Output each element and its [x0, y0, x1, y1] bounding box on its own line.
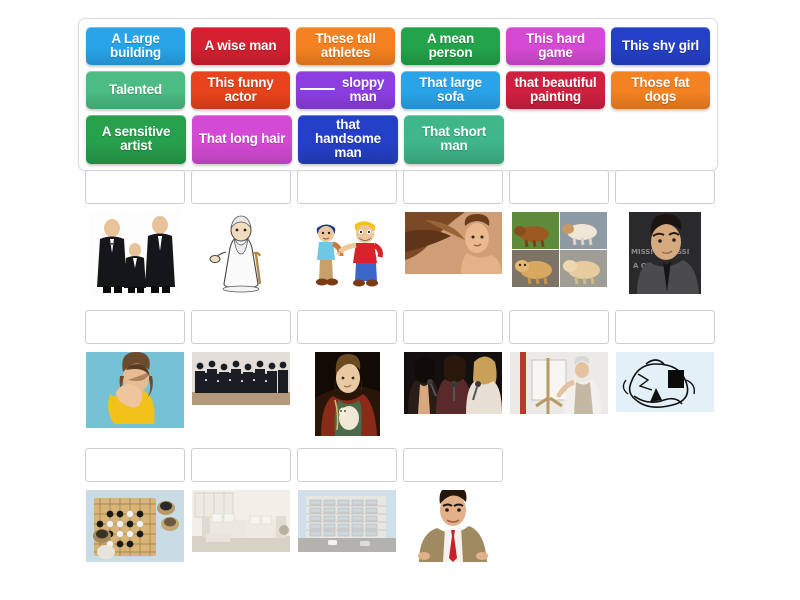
image-cell: [85, 352, 185, 436]
word-tile[interactable]: Talented: [86, 71, 185, 109]
dropzone[interactable]: [191, 448, 291, 482]
renaissance-painting-lady-with-ermine-image: [314, 352, 380, 436]
dropzone[interactable]: [403, 448, 503, 482]
word-tile-label: Talented: [109, 81, 162, 97]
word-tile-label: This shy girl: [622, 37, 699, 53]
image-cell: MISSIOSSIA ONII: [615, 212, 715, 296]
image-cell: [191, 352, 291, 436]
word-tile[interactable]: A sensitive artist: [86, 115, 186, 164]
word-tile[interactable]: that handsome man: [298, 115, 398, 164]
large-apartment-building-exterior-image: [298, 490, 396, 552]
word-tile-label: That long hair: [198, 131, 286, 147]
old-wise-man-with-cane-cartoon-image: [198, 212, 284, 294]
dropzone[interactable]: [297, 448, 397, 482]
dropzone[interactable]: [297, 170, 397, 204]
image-cell: [403, 490, 503, 574]
image-cell: [297, 212, 397, 296]
word-tile[interactable]: This shy girl: [611, 27, 710, 65]
two-cartoon-boys-one-pointing-image: [299, 212, 395, 294]
dropzone[interactable]: [297, 310, 397, 344]
dropzone[interactable]: [191, 310, 291, 344]
mr-bean-in-brown-suit-and-red-tie-image: [407, 490, 499, 562]
word-tile[interactable]: This funny actor: [191, 71, 290, 109]
match-up-activity: A Large building A wise man These tall a…: [0, 0, 800, 600]
abstract-black-and-white-sketch-image: [616, 352, 714, 412]
three-women-singing-into-microphones-image: [404, 352, 502, 414]
woman-with-long-flowing-brown-hair-image: [404, 212, 502, 274]
image-cell: [403, 212, 503, 296]
word-bank-row-2: Talented This funny actor sloppy man Tha…: [86, 71, 710, 109]
word-tile[interactable]: A wise man: [191, 27, 290, 65]
word-bank-row-3: A sensitive artist That long hair that h…: [86, 115, 710, 164]
word-tile-label: These tall athletes: [315, 30, 376, 60]
word-tile[interactable]: That long hair: [192, 115, 292, 164]
word-tile[interactable]: This hard game: [506, 27, 605, 65]
word-tile[interactable]: Those fat dogs: [611, 71, 710, 109]
word-tile-label: A mean person: [426, 30, 475, 60]
word-tile[interactable]: That short man: [404, 115, 504, 164]
image-cell: [509, 212, 609, 296]
dropzone[interactable]: [615, 310, 715, 344]
dropzone[interactable]: [85, 310, 185, 344]
dropzone[interactable]: [403, 170, 503, 204]
dropzone[interactable]: [191, 170, 291, 204]
blank-underline: [300, 87, 336, 90]
word-tile-label: That short man: [422, 124, 486, 154]
image-line: MISSIOSSIA ONII: [85, 212, 800, 296]
image-cell: [509, 352, 609, 436]
image-cell: [191, 490, 291, 574]
image-cell: [85, 490, 185, 574]
word-tile-label: A Large building: [110, 30, 161, 60]
handsome-man-on-red-carpet-image: MISSIOSSIA ONII: [629, 212, 701, 294]
word-tile-label: that handsome man: [315, 117, 381, 161]
dropzone-line: [85, 310, 800, 344]
word-tile[interactable]: sloppy man: [296, 71, 395, 109]
dropzone[interactable]: [403, 310, 503, 344]
image-cell: [85, 212, 185, 296]
dropzone[interactable]: [509, 310, 609, 344]
answer-row-2: [0, 310, 800, 436]
word-tile-label: This hard game: [526, 30, 585, 60]
image-cell: [403, 352, 503, 436]
large-white-sectional-sofa-in-living-room-image: [192, 490, 290, 552]
image-cell: [297, 490, 397, 574]
dropzone-line: [85, 448, 800, 482]
three-men-in-tuxedos-different-heights-image: [90, 212, 180, 294]
word-tile-label: that beautiful painting: [514, 74, 597, 104]
dropzone[interactable]: [85, 170, 185, 204]
dropzone[interactable]: [509, 170, 609, 204]
word-tile[interactable]: These tall athletes: [296, 27, 395, 65]
word-tile-label: sloppy man: [341, 74, 385, 104]
go-board-game-with-stones-image: [86, 490, 184, 562]
word-tile-label: Those fat dogs: [631, 74, 690, 104]
image-cell: [615, 352, 715, 436]
collage-of-four-fat-dogs-image: [511, 212, 607, 287]
word-tile[interactable]: A Large building: [86, 27, 185, 65]
word-tile-label: That large sofa: [419, 74, 482, 104]
word-tile-label: A sensitive artist: [101, 124, 171, 154]
dropzone[interactable]: [85, 448, 185, 482]
artist-painting-at-easel-image: [510, 352, 608, 414]
answer-row-1: MISSIOSSIA ONII: [0, 170, 800, 296]
dropzone-line: [85, 170, 800, 204]
svg-text:MISSI: MISSI: [631, 248, 653, 256]
image-line: [85, 490, 800, 574]
image-cell: [191, 212, 291, 296]
word-bank-row-1: A Large building A wise man These tall a…: [86, 27, 710, 65]
word-tile-label: This funny actor: [207, 74, 274, 104]
word-tile[interactable]: That large sofa: [401, 71, 500, 109]
word-tile[interactable]: that beautiful painting: [506, 71, 605, 109]
word-tile[interactable]: A mean person: [401, 27, 500, 65]
image-cell: [297, 352, 397, 436]
group-of-people-in-black-posing-image: [192, 352, 290, 405]
word-bank-panel: A Large building A wise man These tall a…: [78, 18, 718, 171]
answer-row-3: [0, 448, 800, 574]
word-tile-label: A wise man: [204, 37, 277, 53]
dropzone[interactable]: [615, 170, 715, 204]
image-line: [85, 352, 800, 436]
shy-girl-in-yellow-sweater-covering-face-image: [86, 352, 184, 428]
